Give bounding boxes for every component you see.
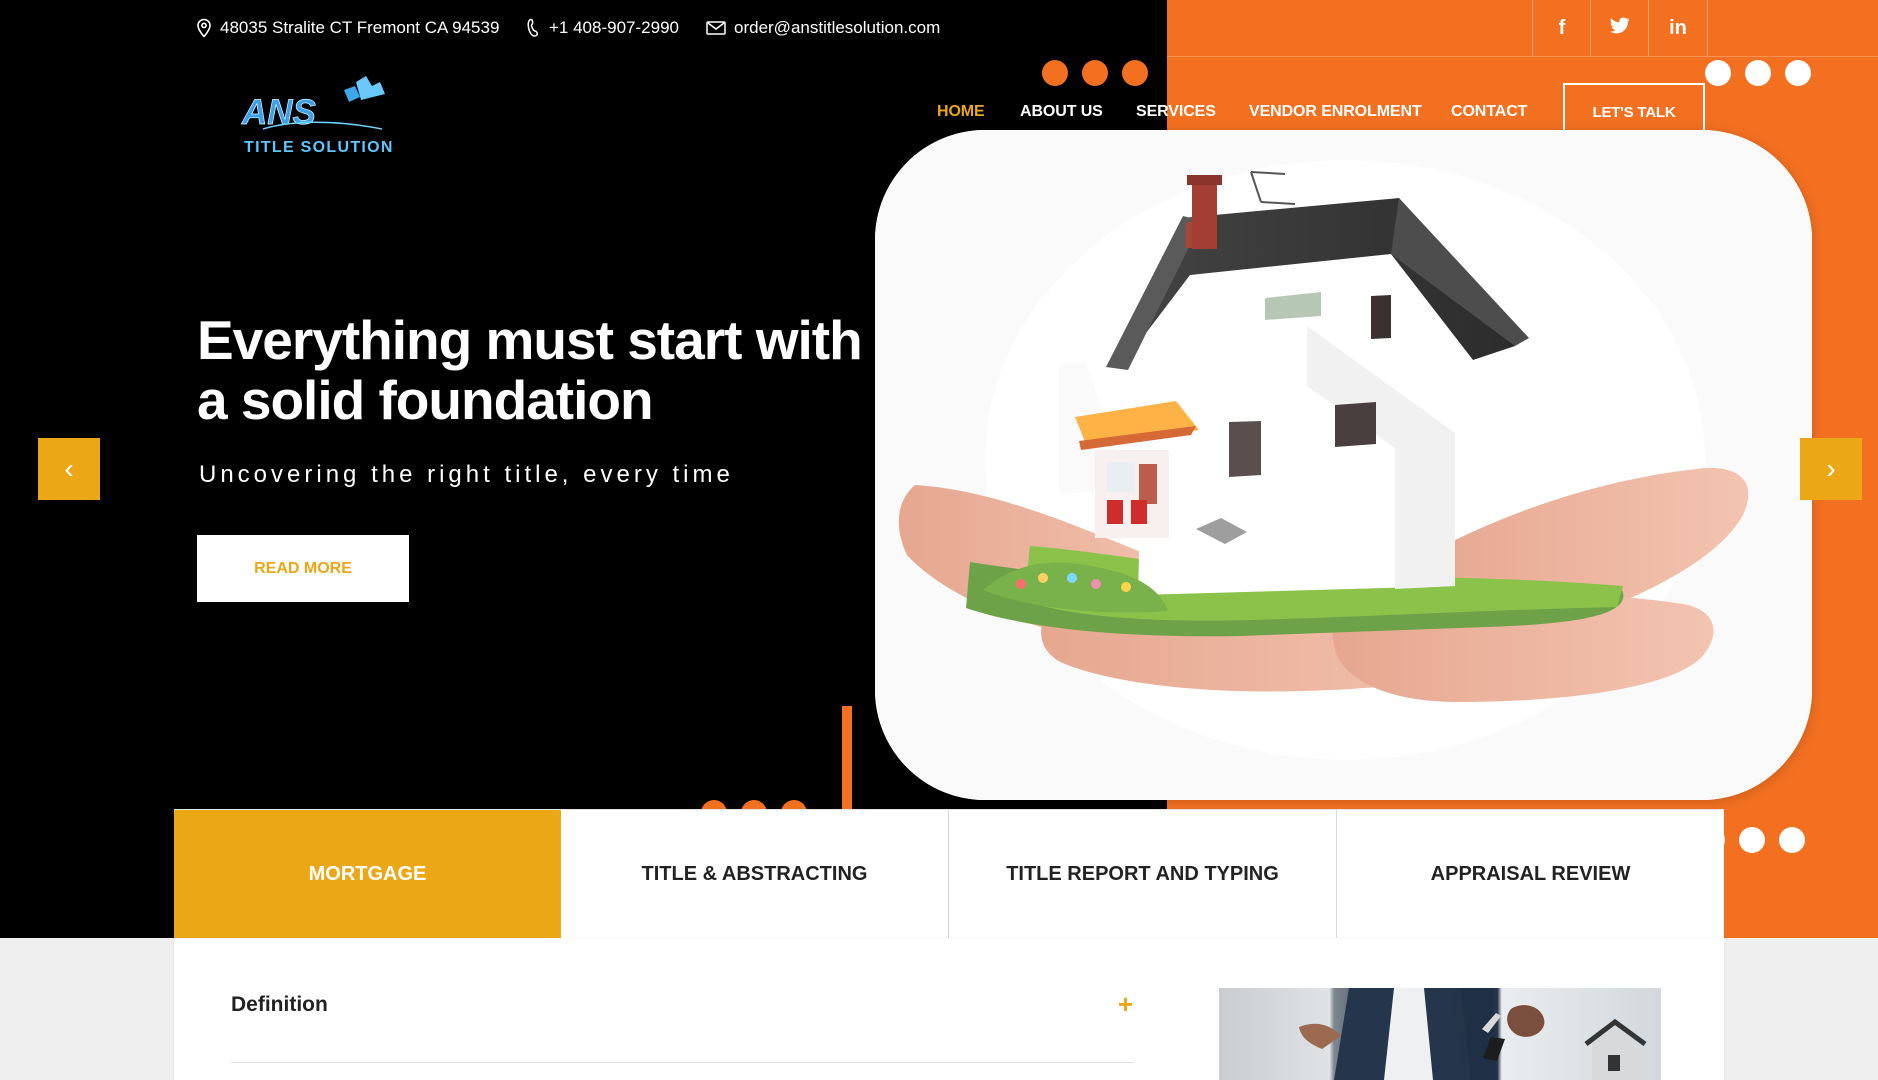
nav-services[interactable]: SERVICES — [1136, 102, 1216, 122]
nav-home[interactable]: HOME — [937, 102, 985, 122]
nav-about-us[interactable]: ABOUT US — [1020, 102, 1103, 122]
tab-title-abstracting[interactable]: TITLE & ABSTRACTING — [561, 809, 949, 938]
definition-accordion[interactable]: Definition + — [231, 989, 1133, 1063]
tab-appraisal-review[interactable]: APPRAISAL REVIEW — [1337, 809, 1724, 938]
content-image — [1219, 988, 1661, 1080]
tab-mortgage[interactable]: MORTGAGE — [174, 809, 561, 938]
definition-label: Definition — [231, 993, 328, 1016]
white-dot-6 — [1779, 827, 1805, 853]
nav-vendor-enrolment[interactable]: VENDOR ENROLMENT — [1249, 102, 1422, 122]
tab-title-report-typing[interactable]: TITLE REPORT AND TYPING — [949, 809, 1337, 938]
business-keys-illustration — [1299, 988, 1647, 1080]
hero-title: Everything must start with a solid found… — [197, 309, 863, 431]
white-dot-5 — [1739, 827, 1765, 853]
orange-accent-line — [842, 706, 852, 810]
service-tabs: MORTGAGE TITLE & ABSTRACTING TITLE REPOR… — [174, 809, 1724, 938]
main-nav: HOME ABOUT US SERVICES VENDOR ENROLMENT … — [0, 0, 1878, 150]
house-in-hands-illustration — [875, 130, 1812, 800]
hero-section: 48035 Stralite CT Fremont CA 94539 +1 40… — [0, 0, 1878, 938]
carousel-next-button[interactable]: › — [1800, 438, 1862, 500]
chevron-right-icon: › — [1826, 453, 1836, 484]
carousel-prev-button[interactable]: ‹ — [38, 438, 100, 500]
hero-house-image — [875, 130, 1812, 800]
tab-content-panel: Definition + — [174, 938, 1724, 1080]
chevron-left-icon: ‹ — [64, 453, 74, 484]
nav-contact[interactable]: CONTACT — [1451, 102, 1527, 122]
hero-subtitle: Uncovering the right title, every time — [199, 461, 734, 488]
read-more-button[interactable]: READ MORE — [197, 535, 409, 602]
plus-icon: + — [1117, 989, 1133, 1019]
